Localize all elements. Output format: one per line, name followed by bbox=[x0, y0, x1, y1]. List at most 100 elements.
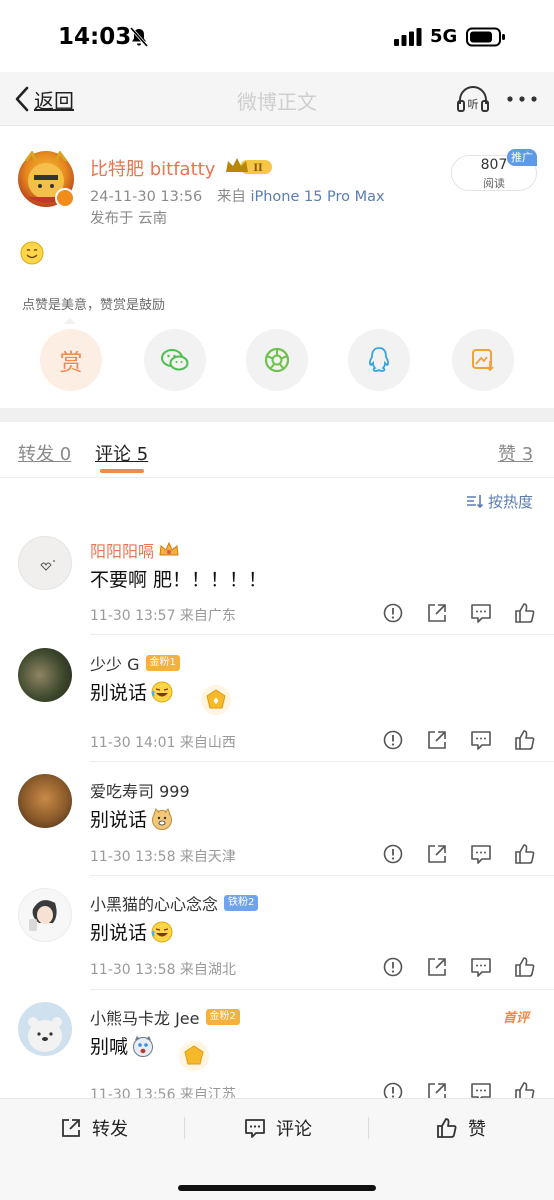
reward-caption: 点赞是美意，赞赏是鼓励 bbox=[22, 298, 166, 313]
back-button[interactable]: 返回 bbox=[14, 84, 74, 114]
thumbs-up-icon[interactable] bbox=[514, 843, 536, 865]
report-icon[interactable] bbox=[382, 956, 404, 978]
share-icon[interactable] bbox=[426, 602, 448, 624]
sort-button[interactable]: 按热度 bbox=[466, 490, 533, 512]
commenter-name-text: 少少 G bbox=[90, 655, 140, 674]
avatar-image bbox=[28, 1017, 62, 1052]
share-icon[interactable] bbox=[426, 956, 448, 978]
tab-bar: 转发 0 评论 5 赞 3 bbox=[0, 422, 554, 478]
commenter-avatar[interactable] bbox=[18, 536, 72, 590]
commenter-name[interactable]: 小黑猫的心心念念 铁粉2 bbox=[90, 891, 259, 915]
comment-text: 别说话 bbox=[90, 922, 148, 944]
comment-time: 11-30 13:57 来自广东 bbox=[90, 608, 236, 624]
wechat-icon bbox=[161, 349, 189, 371]
save-image-button[interactable] bbox=[452, 329, 514, 391]
svg-text:听: 听 bbox=[468, 98, 479, 111]
share-icon[interactable] bbox=[426, 843, 448, 865]
comment-time: 11-30 14:01 来自山西 bbox=[90, 735, 236, 751]
comment-text: 别说话 bbox=[90, 682, 148, 704]
share-icon[interactable] bbox=[426, 729, 448, 751]
comment-label: 评论 bbox=[276, 1119, 312, 1140]
chevron-left-icon bbox=[15, 86, 29, 112]
comment-text-row: 别说话 bbox=[90, 918, 173, 945]
comment-time: 11-30 13:58 来自天津 bbox=[90, 849, 236, 865]
author-avatar[interactable] bbox=[18, 150, 75, 208]
commenter-name[interactable]: 少少 G 金粉1 bbox=[90, 651, 180, 675]
husky-emoji-icon bbox=[133, 1035, 154, 1057]
comment-divider bbox=[90, 875, 554, 876]
commenter-avatar[interactable] bbox=[18, 1002, 72, 1056]
fan-badge: 金粉2 bbox=[205, 1009, 240, 1025]
commenter-avatar[interactable] bbox=[18, 648, 72, 702]
commenter-avatar[interactable] bbox=[18, 888, 72, 942]
report-icon[interactable] bbox=[382, 843, 404, 865]
bottom-divider bbox=[184, 1117, 185, 1139]
nav-bar: 返回 微博正文 听 bbox=[0, 72, 554, 126]
svg-text:♦: ♦ bbox=[212, 697, 220, 707]
first-comment-tag: 首评 bbox=[503, 1011, 530, 1026]
verified-badge bbox=[55, 188, 75, 208]
repost-button[interactable]: 转发 bbox=[60, 1115, 128, 1141]
comment-divider bbox=[90, 989, 554, 990]
reply-icon[interactable] bbox=[470, 956, 492, 978]
report-icon[interactable] bbox=[382, 729, 404, 751]
reward-button[interactable]: 赏 bbox=[40, 329, 102, 391]
fan-badge: 铁粉2 bbox=[224, 895, 259, 911]
read-label: 阅读 bbox=[483, 177, 505, 190]
smile-emoji-icon bbox=[20, 241, 44, 265]
reply-icon[interactable] bbox=[470, 843, 492, 865]
post-source-prefix: 来自 bbox=[216, 189, 246, 205]
report-icon[interactable] bbox=[382, 602, 404, 624]
post-location: 发布于 云南 bbox=[90, 211, 168, 227]
commenter-name-text: 爱吃寿司 999 bbox=[90, 782, 190, 801]
reply-icon[interactable] bbox=[470, 729, 492, 751]
tab-repost[interactable]: 转发 0 bbox=[18, 440, 71, 466]
reply-icon[interactable] bbox=[470, 602, 492, 624]
commenter-name-text: 阳阳阳嗝 bbox=[90, 542, 155, 561]
battery-icon bbox=[466, 27, 505, 47]
post-source-device[interactable]: iPhone 15 Pro Max bbox=[250, 189, 384, 205]
wechat-share-button[interactable] bbox=[144, 329, 206, 391]
back-label: 返回 bbox=[34, 88, 74, 113]
crown-level-badge[interactable]: II bbox=[224, 156, 274, 176]
laugh-cry-emoji-icon bbox=[151, 921, 173, 942]
commenter-avatar[interactable] bbox=[18, 774, 72, 828]
svg-text:II: II bbox=[253, 163, 263, 174]
caption-pointer bbox=[64, 318, 76, 324]
comment-icon bbox=[245, 1119, 265, 1138]
comment-button[interactable]: 评论 bbox=[244, 1115, 312, 1141]
tab-active-indicator bbox=[100, 469, 144, 473]
promo-tag[interactable]: 推广 bbox=[507, 149, 537, 166]
thumbs-up-icon[interactable] bbox=[514, 602, 536, 624]
author-name[interactable]: 比特肥 bitfatty bbox=[90, 155, 215, 181]
moments-icon bbox=[264, 347, 290, 373]
bell-slash-icon bbox=[129, 27, 149, 47]
like-button[interactable]: 赞 bbox=[436, 1115, 486, 1141]
tab-likes[interactable]: 赞 3 bbox=[498, 440, 533, 466]
tab-comments[interactable]: 评论 5 bbox=[95, 440, 148, 466]
post-timestamp: 24-11-30 13:56 bbox=[90, 189, 203, 205]
sort-icon bbox=[467, 495, 484, 509]
moments-share-button[interactable] bbox=[246, 329, 308, 391]
commenter-name-text: 小熊马卡龙 Jee bbox=[90, 1009, 200, 1028]
bottom-divider bbox=[368, 1117, 369, 1139]
qq-share-button[interactable] bbox=[348, 329, 410, 391]
headphones-icon[interactable]: 听 bbox=[456, 84, 490, 114]
more-icon[interactable] bbox=[504, 86, 540, 112]
network-type: 5G bbox=[430, 26, 458, 47]
post-meta: 24-11-30 13:56 来自 iPhone 15 Pro Max bbox=[90, 185, 385, 206]
avatar-image bbox=[29, 900, 57, 931]
commenter-name[interactable]: 小熊马卡龙 Jee 金粉2 bbox=[90, 1005, 240, 1029]
comment-divider bbox=[90, 761, 554, 762]
post-card: 比特肥 bitfatty II 24-11-30 13:56 来自 iPhone… bbox=[0, 127, 554, 408]
comment-text: 别喊 bbox=[90, 1036, 129, 1058]
share-icon bbox=[62, 1119, 80, 1137]
gold-medal-icon bbox=[179, 1041, 209, 1071]
commenter-name[interactable]: 爱吃寿司 999 bbox=[90, 778, 190, 802]
comment-text-row: 别说话 bbox=[90, 805, 173, 832]
signal-icon bbox=[394, 28, 422, 46]
commenter-name[interactable]: 阳阳阳嗝 bbox=[90, 538, 180, 562]
thumbs-up-icon[interactable] bbox=[514, 729, 536, 751]
thumbs-up-icon[interactable] bbox=[514, 956, 536, 978]
status-time: 14:03 bbox=[58, 24, 132, 50]
